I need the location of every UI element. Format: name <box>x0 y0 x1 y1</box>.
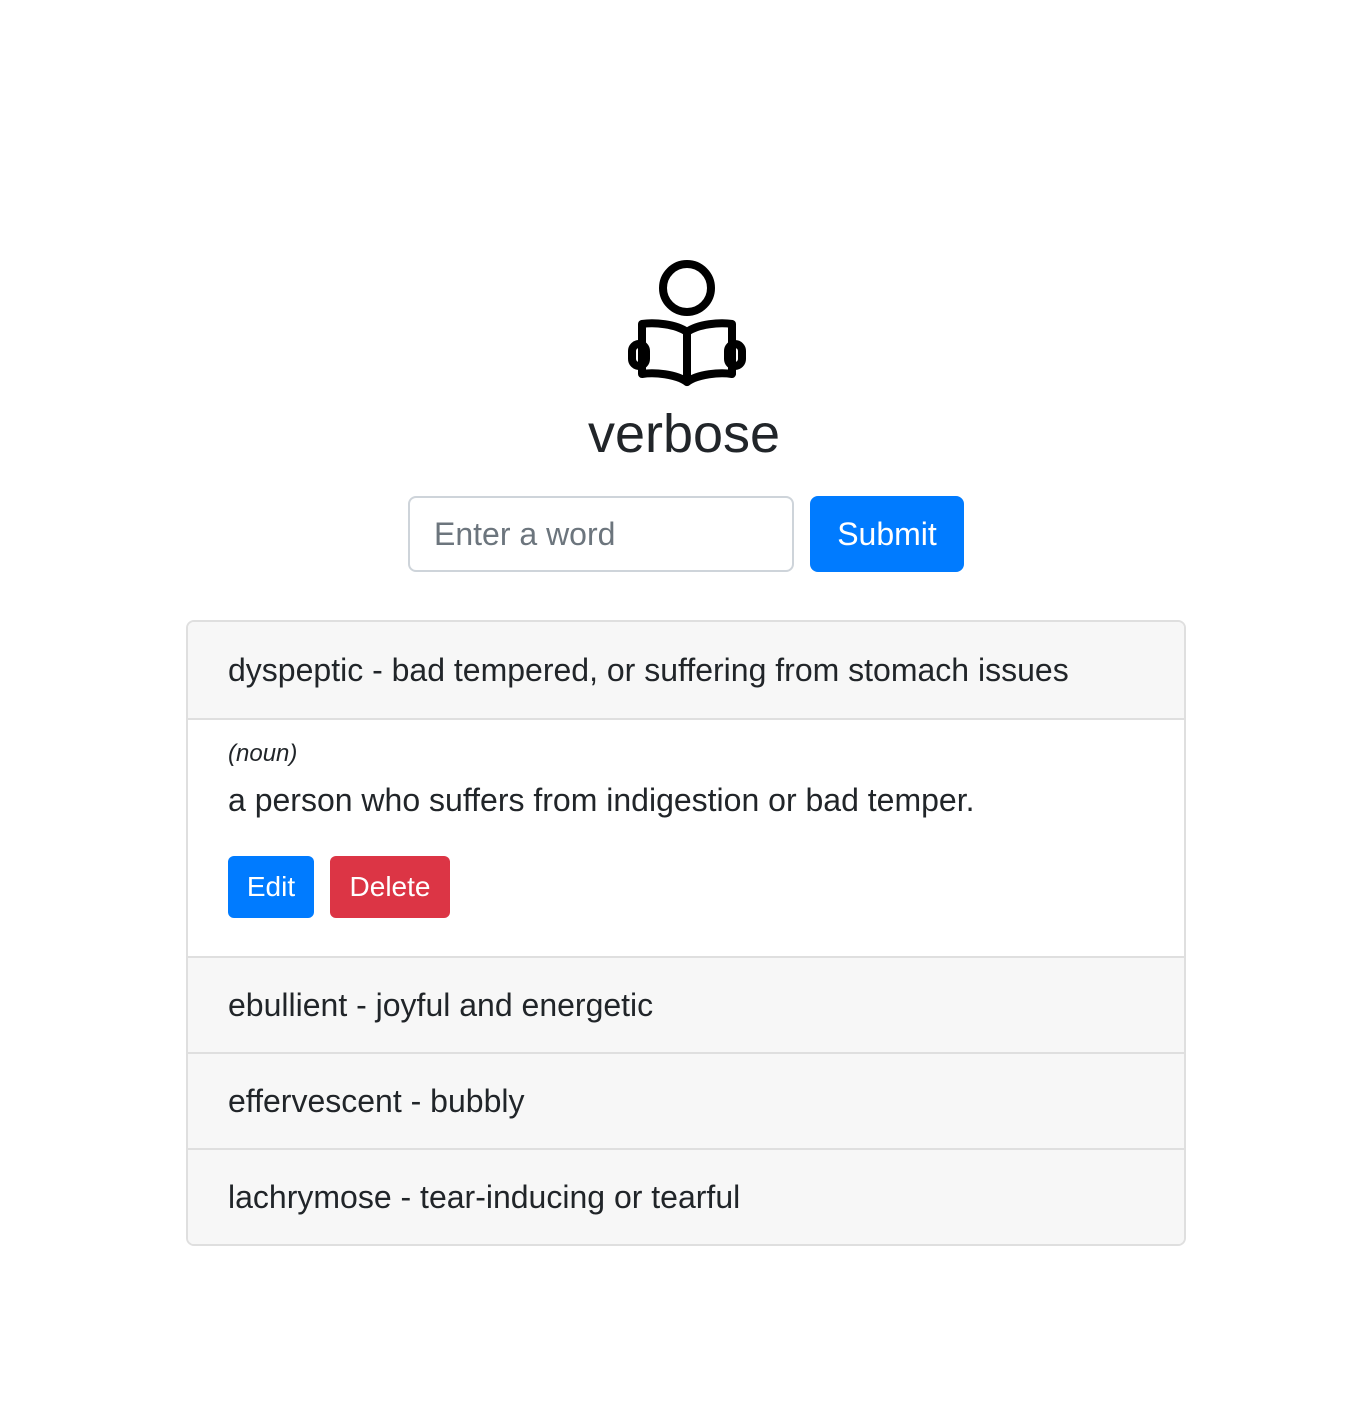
word-entry-header[interactable]: effervescent - bubbly <box>188 1052 1184 1148</box>
word-entry-header[interactable]: lachrymose - tear-inducing or tearful <box>188 1148 1184 1244</box>
part-of-speech: (noun) <box>228 740 298 767</box>
edit-button[interactable]: Edit <box>228 856 314 918</box>
page: verbose Submit dyspeptic - bad tempered,… <box>0 0 1368 1402</box>
person-reading-book-icon <box>628 260 746 386</box>
submit-button[interactable]: Submit <box>810 496 964 572</box>
word-entry-details: (noun) a person who suffers from indiges… <box>188 718 1184 956</box>
entry-actions: Edit Delete <box>228 856 1144 918</box>
word-input[interactable] <box>408 496 794 572</box>
app-title: verbose <box>587 404 781 464</box>
word-list: dyspeptic - bad tempered, or suffering f… <box>186 620 1186 1246</box>
word-entry-header[interactable]: dyspeptic - bad tempered, or suffering f… <box>188 622 1184 718</box>
delete-button[interactable]: Delete <box>330 856 450 918</box>
word-entry-title: lachrymose - tear-inducing or tearful <box>228 1178 741 1215</box>
word-entry-header[interactable]: ebullient - joyful and energetic <box>188 956 1184 1052</box>
word-entry-title: ebullient - joyful and energetic <box>228 986 654 1023</box>
word-entry-title: dyspeptic - bad tempered, or suffering f… <box>228 651 1069 688</box>
definition-text: a person who suffers from indigestion or… <box>228 782 975 818</box>
word-entry-title: effervescent - bubbly <box>228 1082 525 1119</box>
